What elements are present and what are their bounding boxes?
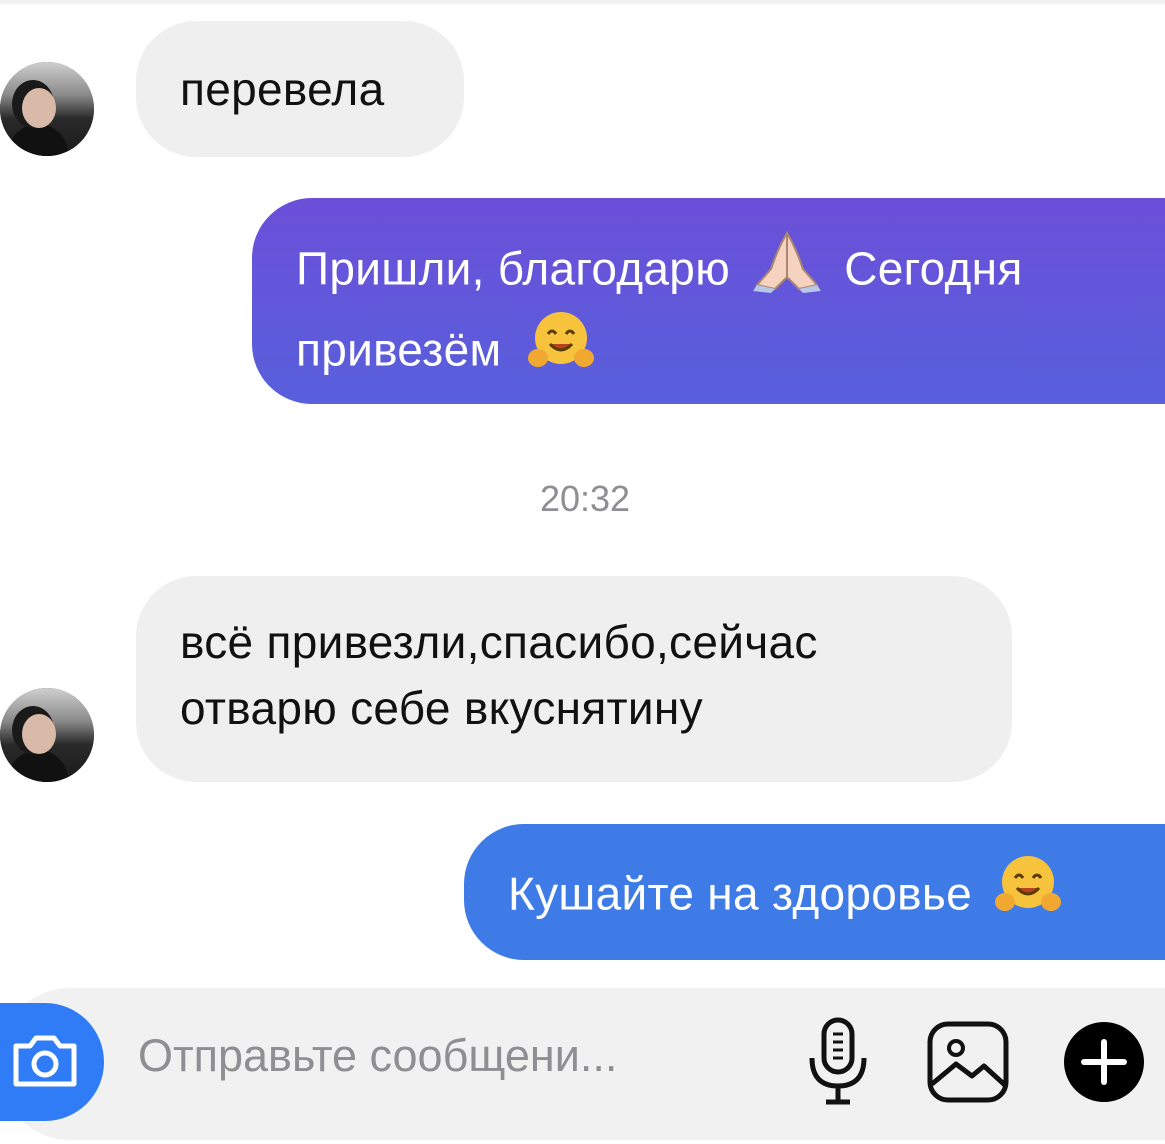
avatar[interactable] bbox=[0, 688, 94, 782]
message-bubble-outgoing[interactable]: Пришли, благодарю Сегодня привезём bbox=[252, 198, 1165, 404]
prayer-emoji-icon bbox=[751, 227, 823, 310]
microphone-button[interactable] bbox=[806, 1016, 870, 1113]
chat-thread: перевела Пришли, благодарю Сегодня приве… bbox=[0, 0, 1165, 1144]
image-icon bbox=[927, 1021, 1009, 1103]
message-text: Кушайте на здоровье bbox=[508, 867, 973, 920]
camera-icon bbox=[13, 1035, 77, 1087]
message-bubble-incoming[interactable]: всё привезли,спасибо,сейчас отварю себе … bbox=[136, 576, 1012, 782]
hug-emoji-icon bbox=[995, 854, 1062, 933]
plus-icon bbox=[1064, 1022, 1144, 1102]
top-divider bbox=[0, 0, 1165, 4]
message-bubble-incoming[interactable]: перевела bbox=[136, 21, 464, 157]
gallery-button[interactable] bbox=[926, 1020, 1010, 1109]
message-text: Сегодня bbox=[844, 242, 1023, 295]
message-text: отварю себе вкуснятину bbox=[180, 682, 703, 734]
plus-button[interactable] bbox=[1062, 1020, 1146, 1109]
avatar[interactable] bbox=[0, 62, 94, 156]
hug-emoji-icon bbox=[528, 310, 595, 389]
message-input[interactable]: Отправьте сообщени... bbox=[138, 1030, 617, 1082]
message-text: всё привезли,спасибо,сейчас bbox=[180, 616, 818, 668]
message-text: перевела bbox=[180, 63, 385, 115]
message-timestamp: 20:32 bbox=[539, 478, 631, 519]
microphone-icon bbox=[809, 1017, 867, 1105]
message-text: привезём bbox=[296, 323, 502, 376]
message-text: Пришли, благодарю bbox=[296, 242, 730, 295]
message-bubble-outgoing[interactable]: Кушайте на здоровье bbox=[464, 824, 1165, 960]
